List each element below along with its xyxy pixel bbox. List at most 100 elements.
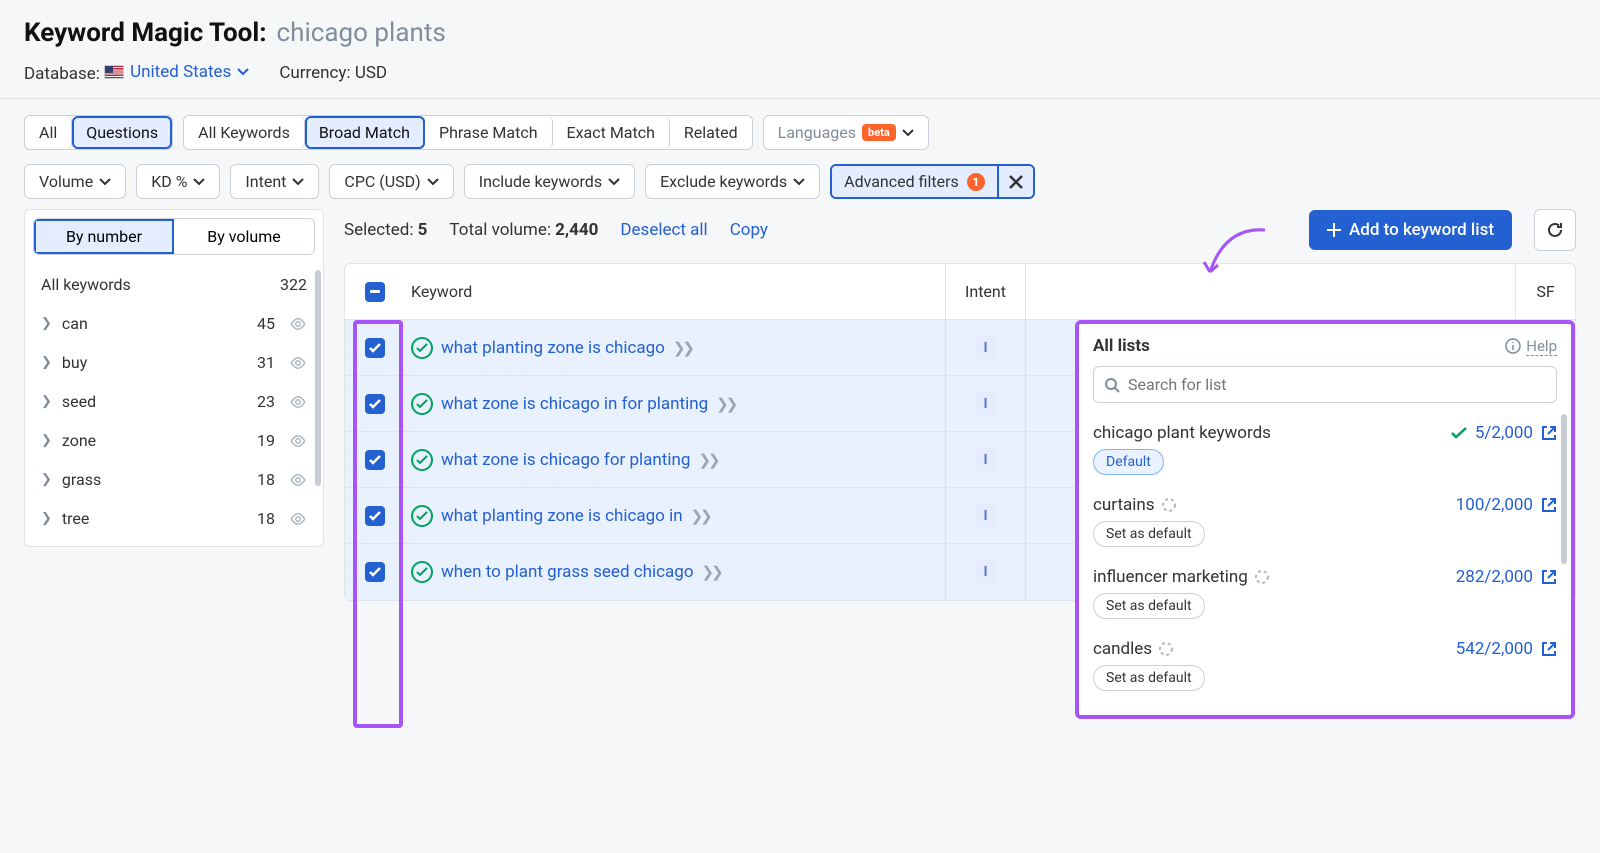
set-default-button[interactable]: Set as default xyxy=(1093,665,1205,691)
eye-icon[interactable] xyxy=(289,471,307,489)
intent-badge: I xyxy=(975,448,997,472)
tab-related[interactable]: Related xyxy=(670,116,752,149)
external-link-icon[interactable] xyxy=(1541,641,1557,657)
sidebar: By number By volume All keywords 322 ❯ca… xyxy=(24,209,324,547)
total-volume-label: Total volume: xyxy=(449,220,555,240)
popup-title: All lists xyxy=(1093,336,1150,356)
list-name: chicago plant keywords xyxy=(1093,423,1271,443)
list-item[interactable]: curtains 100/2,000Set as default xyxy=(1093,487,1557,559)
tab-all[interactable]: All xyxy=(25,116,72,149)
chevron-right-icon: ❯ xyxy=(41,394,52,409)
us-flag-icon xyxy=(104,65,124,79)
keyword-link[interactable]: what planting zone is chicago in xyxy=(441,506,683,526)
filter-exclude[interactable]: Exclude keywords xyxy=(645,164,820,199)
expand-icon[interactable]: ❯❯ xyxy=(673,339,692,357)
deselect-all-link[interactable]: Deselect all xyxy=(620,220,707,240)
select-all-checkbox[interactable] xyxy=(365,282,385,302)
filter-advanced[interactable]: Advanced filters1 xyxy=(830,164,1035,199)
chevron-down-icon xyxy=(99,178,111,186)
scrollbar[interactable] xyxy=(315,270,321,486)
page-title: Keyword Magic Tool: xyxy=(24,18,267,48)
sidebar-item[interactable]: ❯seed23 xyxy=(33,382,315,421)
row-checkbox[interactable] xyxy=(365,338,385,358)
plus-icon xyxy=(1327,223,1341,237)
sidebar-item[interactable]: ❯tree18 xyxy=(33,499,315,538)
filter-volume[interactable]: Volume xyxy=(24,164,126,199)
external-link-icon[interactable] xyxy=(1541,497,1557,513)
eye-icon[interactable] xyxy=(289,432,307,450)
help-link[interactable]: Help xyxy=(1505,337,1557,356)
close-icon xyxy=(1009,175,1023,189)
intent-badge: I xyxy=(975,392,997,416)
row-checkbox[interactable] xyxy=(365,506,385,526)
all-keywords-count: 322 xyxy=(280,275,307,294)
page-keyword: chicago plants xyxy=(277,18,446,48)
expand-icon[interactable]: ❯❯ xyxy=(716,395,735,413)
keyword-link[interactable]: when to plant grass seed chicago xyxy=(441,562,694,582)
chevron-down-icon xyxy=(902,129,914,137)
tab-all-keywords[interactable]: All Keywords xyxy=(184,116,305,149)
dashed-circle-icon xyxy=(1161,497,1177,513)
row-checkbox[interactable] xyxy=(365,394,385,414)
list-item[interactable]: candles 542/2,000Set as default xyxy=(1093,631,1557,703)
scrollbar[interactable] xyxy=(1561,414,1567,564)
sidebar-item[interactable]: ❯buy31 xyxy=(33,343,315,382)
dashed-circle-icon xyxy=(1254,569,1270,585)
expand-icon[interactable]: ❯❯ xyxy=(698,451,717,469)
chevron-right-icon: ❯ xyxy=(41,433,52,448)
tab-questions[interactable]: Questions xyxy=(72,116,172,149)
sidebar-item[interactable]: ❯can45 xyxy=(33,304,315,343)
set-default-button[interactable]: Set as default xyxy=(1093,593,1205,619)
dashed-circle-icon xyxy=(1158,641,1174,657)
th-intent[interactable]: Intent xyxy=(945,264,1025,319)
keyword-link[interactable]: what zone is chicago in for planting xyxy=(441,394,708,414)
list-item[interactable]: chicago plant keywords 5/2,000 Default xyxy=(1093,415,1557,487)
eye-icon[interactable] xyxy=(289,393,307,411)
sidebar-item[interactable]: ❯zone19 xyxy=(33,421,315,460)
set-default-button[interactable]: Set as default xyxy=(1093,521,1205,547)
filter-kd[interactable]: KD % xyxy=(136,164,220,199)
chevron-down-icon xyxy=(793,178,805,186)
copy-link[interactable]: Copy xyxy=(730,220,768,240)
list-item[interactable]: influencer marketing 282/2,000Set as def… xyxy=(1093,559,1557,631)
toggle-by-number[interactable]: By number xyxy=(34,219,174,254)
check-circle-icon xyxy=(411,337,433,359)
list-search-input[interactable] xyxy=(1093,366,1557,403)
tab-phrase-match[interactable]: Phrase Match xyxy=(425,116,553,149)
add-to-keyword-list-button[interactable]: Add to keyword list xyxy=(1309,210,1512,250)
list-count: 5/2,000 xyxy=(1475,423,1533,443)
row-checkbox[interactable] xyxy=(365,562,385,582)
th-keyword[interactable]: Keyword xyxy=(405,282,945,301)
filter-include[interactable]: Include keywords xyxy=(464,164,635,199)
keyword-list-popup: All lists Help chicago plant keywords 5/… xyxy=(1075,320,1575,719)
expand-icon[interactable]: ❯❯ xyxy=(702,563,721,581)
eye-icon[interactable] xyxy=(289,315,307,333)
advanced-count-badge: 1 xyxy=(967,173,985,191)
filter-intent[interactable]: Intent xyxy=(230,164,319,199)
tab-broad-match[interactable]: Broad Match xyxy=(305,116,425,149)
keyword-link[interactable]: what planting zone is chicago xyxy=(441,338,665,358)
search-icon xyxy=(1104,377,1120,393)
external-link-icon[interactable] xyxy=(1541,425,1557,441)
default-tag: Default xyxy=(1093,449,1164,475)
tab-exact-match[interactable]: Exact Match xyxy=(553,116,670,149)
th-sf[interactable]: SF xyxy=(1515,264,1575,319)
keyword-link[interactable]: what zone is chicago for planting xyxy=(441,450,690,470)
check-circle-icon xyxy=(411,393,433,415)
refresh-button[interactable] xyxy=(1534,209,1576,251)
sidebar-item[interactable]: ❯grass18 xyxy=(33,460,315,499)
toggle-by-volume[interactable]: By volume xyxy=(174,219,314,254)
eye-icon[interactable] xyxy=(289,354,307,372)
external-link-icon[interactable] xyxy=(1541,569,1557,585)
chevron-right-icon: ❯ xyxy=(41,472,52,487)
filter-cpc[interactable]: CPC (USD) xyxy=(329,164,453,199)
languages-dropdown[interactable]: Languages beta xyxy=(763,115,929,150)
eye-icon[interactable] xyxy=(289,510,307,528)
list-name: curtains xyxy=(1093,495,1177,515)
list-name: candles xyxy=(1093,639,1174,659)
row-checkbox[interactable] xyxy=(365,450,385,470)
expand-icon[interactable]: ❯❯ xyxy=(691,507,710,525)
clear-advanced-button[interactable] xyxy=(997,166,1033,197)
check-circle-icon xyxy=(411,505,433,527)
database-selector[interactable]: United States xyxy=(104,62,249,82)
